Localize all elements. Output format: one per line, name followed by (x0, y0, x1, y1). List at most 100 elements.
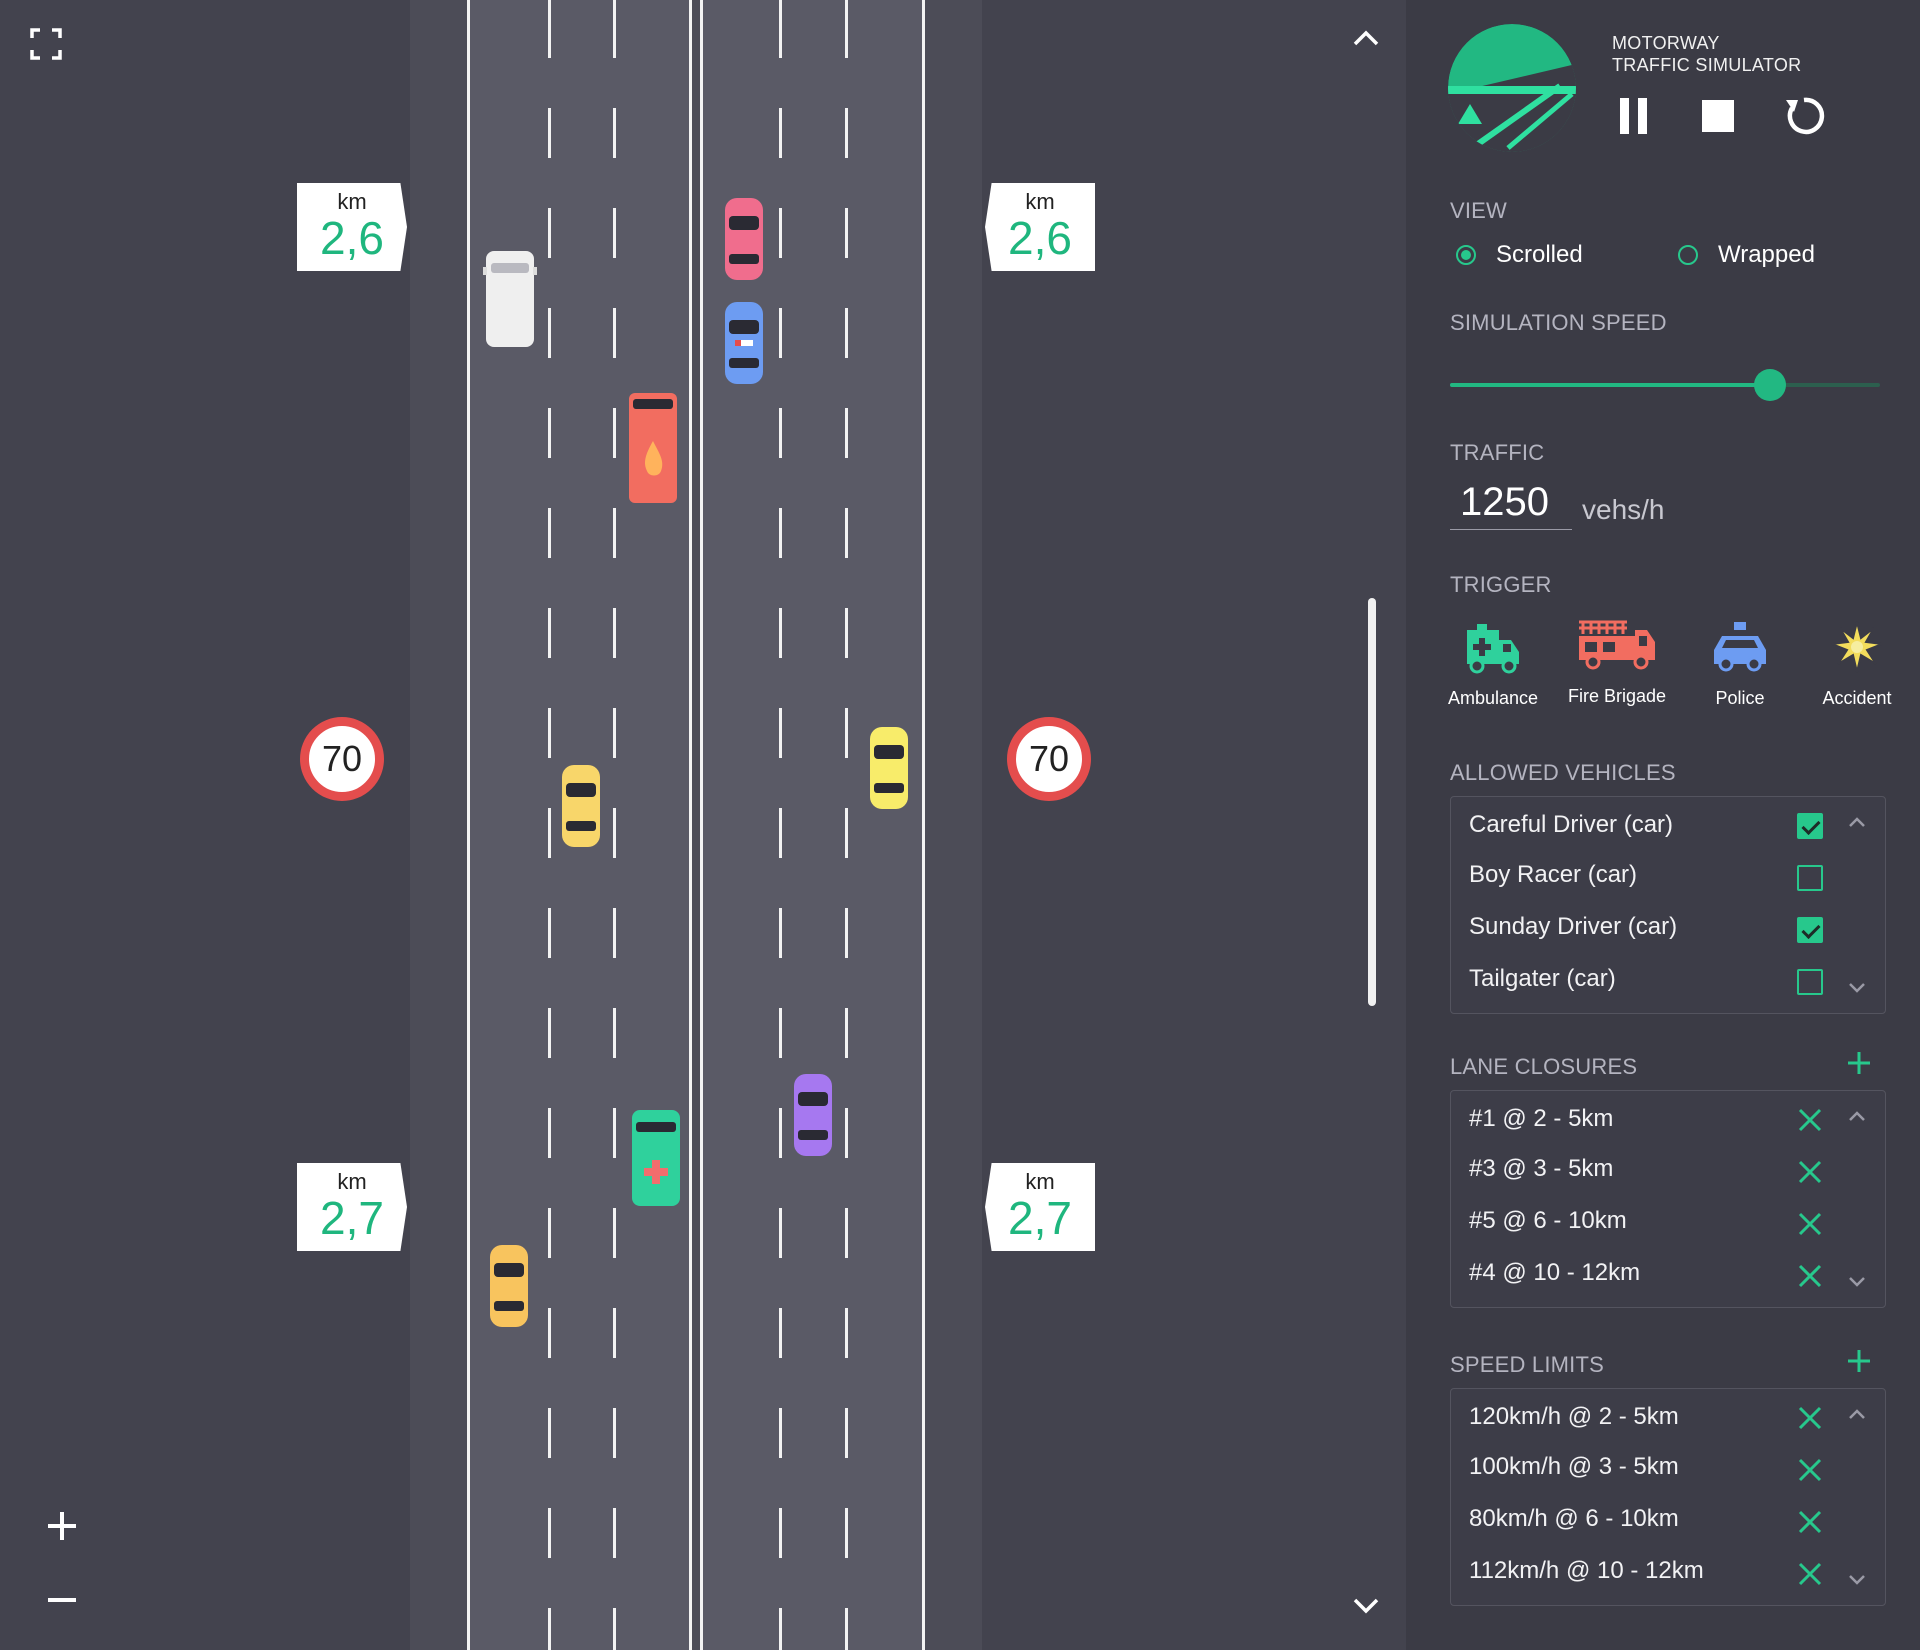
lane-closures-list[interactable]: #1 @ 2 - 5km #3 @ 3 - 5km #5 @ 6 - 10km … (1450, 1090, 1886, 1308)
car-vehicle (725, 198, 763, 280)
accident-icon (1831, 621, 1883, 673)
radio-label: Scrolled (1496, 241, 1583, 268)
trigger-label: Accident (1822, 688, 1892, 708)
chevron-up-icon[interactable] (1847, 815, 1867, 829)
app-logo-icon (1448, 24, 1576, 152)
km-value: 2,6 (1008, 212, 1072, 264)
minus-icon[interactable] (46, 1584, 78, 1616)
lane-divider (613, 0, 616, 1650)
trigger-ambulance-button[interactable]: Ambulance (1438, 620, 1548, 709)
radio-label: Wrapped (1718, 241, 1815, 268)
list-item: #4 @ 10 - 12km (1469, 1259, 1641, 1286)
list-item: Sunday Driver (car) (1469, 913, 1678, 940)
vehicle-checkbox[interactable] (1797, 865, 1823, 891)
slider-fill (1450, 383, 1771, 387)
trigger-label: Fire Brigade (1567, 686, 1667, 706)
view-option-wrapped[interactable]: Wrapped (1678, 241, 1815, 269)
allowed-vehicles-heading: ALLOWED VEHICLES (1450, 760, 1676, 785)
chevron-down-icon[interactable] (1352, 1596, 1380, 1616)
trigger-fire-brigade-button[interactable]: Fire Brigade (1562, 618, 1672, 707)
list-item: #3 @ 3 - 5km (1469, 1155, 1614, 1182)
remove-close-icon[interactable] (1797, 1263, 1823, 1289)
km-value: 2,7 (320, 1192, 384, 1244)
trigger-heading: TRIGGER (1450, 572, 1552, 597)
chevron-up-icon[interactable] (1847, 1109, 1867, 1123)
ambulance-vehicle (632, 1110, 680, 1206)
remove-close-icon[interactable] (1797, 1107, 1823, 1133)
simulation-speed-slider[interactable] (1450, 369, 1880, 401)
speed-limits-heading: SPEED LIMITS (1450, 1352, 1604, 1377)
add-lane-closure-icon[interactable] (1846, 1050, 1872, 1076)
remove-close-icon[interactable] (1797, 1211, 1823, 1237)
trigger-accident-button[interactable]: Accident (1802, 620, 1912, 709)
edge-line (467, 0, 470, 1650)
km-marker-sign: km 2,7 (297, 1163, 407, 1251)
fire-truck-vehicle (629, 393, 677, 503)
add-speed-limit-icon[interactable] (1846, 1348, 1872, 1374)
list-item: 100km/h @ 3 - 5km (1469, 1453, 1679, 1480)
trigger-label: Police (1715, 688, 1765, 708)
list-item: Careful Driver (car) (1469, 811, 1674, 838)
radio-dot (1456, 245, 1476, 265)
restart-icon[interactable] (1782, 96, 1826, 136)
remove-close-icon[interactable] (1797, 1405, 1823, 1431)
speed-limit-sign: 70 (1007, 717, 1091, 801)
police-car-icon (1714, 622, 1766, 672)
view-option-scrolled[interactable]: Scrolled (1456, 241, 1583, 269)
control-panel: MOTORWAY TRAFFIC SIMULATOR VIEW Scrolled… (1406, 0, 1920, 1650)
list-item: Boy Racer (car) (1469, 861, 1638, 888)
app-title-line2: TRAFFIC SIMULATOR (1612, 55, 1802, 75)
car-vehicle (562, 765, 600, 847)
traffic-heading: TRAFFIC (1450, 440, 1545, 465)
slider-thumb[interactable] (1754, 369, 1787, 401)
app-title-line1: MOTORWAY (1612, 33, 1720, 53)
vehicle-checkbox[interactable] (1797, 813, 1823, 839)
lane-divider (779, 0, 782, 1650)
edge-line (689, 0, 692, 1650)
car-vehicle (870, 727, 908, 809)
chevron-down-icon[interactable] (1847, 1573, 1867, 1587)
traffic-input[interactable] (1450, 476, 1572, 530)
speed-limit-sign: 70 (300, 717, 384, 801)
allowed-vehicles-list[interactable]: Careful Driver (car) Boy Racer (car) Sun… (1450, 796, 1886, 1014)
pause-icon[interactable] (1612, 96, 1656, 136)
edge-line (700, 0, 703, 1650)
vehicle-checkbox[interactable] (1797, 969, 1823, 995)
list-item: 112km/h @ 10 - 12km (1469, 1557, 1704, 1584)
lane-divider (845, 0, 848, 1650)
motorway-view[interactable]: km 2,6 km 2,6 km 2,7 km 2,7 70 70 (0, 0, 1406, 1650)
remove-close-icon[interactable] (1797, 1457, 1823, 1483)
car-vehicle (794, 1074, 832, 1156)
list-item: Tailgater (car) (1469, 965, 1616, 992)
vehicle-checkbox[interactable] (1797, 917, 1823, 943)
vertical-scrollbar[interactable] (1368, 598, 1376, 1006)
traffic-unit: vehs/h (1582, 494, 1665, 525)
stop-icon[interactable] (1696, 96, 1740, 136)
km-marker-sign: km 2,7 (985, 1163, 1095, 1251)
trigger-label: Ambulance (1447, 688, 1539, 708)
simulation-speed-heading: SIMULATION SPEED (1450, 310, 1667, 335)
chevron-down-icon[interactable] (1847, 981, 1867, 995)
right-shoulder (924, 0, 982, 1650)
chevron-up-icon[interactable] (1352, 28, 1380, 48)
remove-close-icon[interactable] (1797, 1159, 1823, 1185)
km-marker-sign: km 2,6 (297, 183, 407, 271)
lane-closures-heading: LANE CLOSURES (1450, 1054, 1638, 1079)
app-title: MOTORWAY TRAFFIC SIMULATOR (1612, 32, 1801, 76)
car-vehicle (490, 1245, 528, 1327)
remove-close-icon[interactable] (1797, 1561, 1823, 1587)
view-heading: VIEW (1450, 198, 1508, 223)
speed-limits-list[interactable]: 120km/h @ 2 - 5km 100km/h @ 3 - 5km 80km… (1450, 1388, 1886, 1606)
ambulance-icon (1467, 624, 1519, 674)
radio-dot (1678, 245, 1698, 265)
km-marker-sign: km 2,6 (985, 183, 1095, 271)
plus-icon[interactable] (46, 1510, 78, 1542)
km-value: 2,6 (320, 212, 384, 264)
trigger-police-button[interactable]: Police (1685, 620, 1795, 709)
fullscreen-icon[interactable] (30, 28, 62, 60)
police-car-vehicle (725, 302, 763, 384)
chevron-down-icon[interactable] (1847, 1275, 1867, 1289)
chevron-up-icon[interactable] (1847, 1407, 1867, 1421)
remove-close-icon[interactable] (1797, 1509, 1823, 1535)
list-item: 120km/h @ 2 - 5km (1469, 1403, 1679, 1430)
